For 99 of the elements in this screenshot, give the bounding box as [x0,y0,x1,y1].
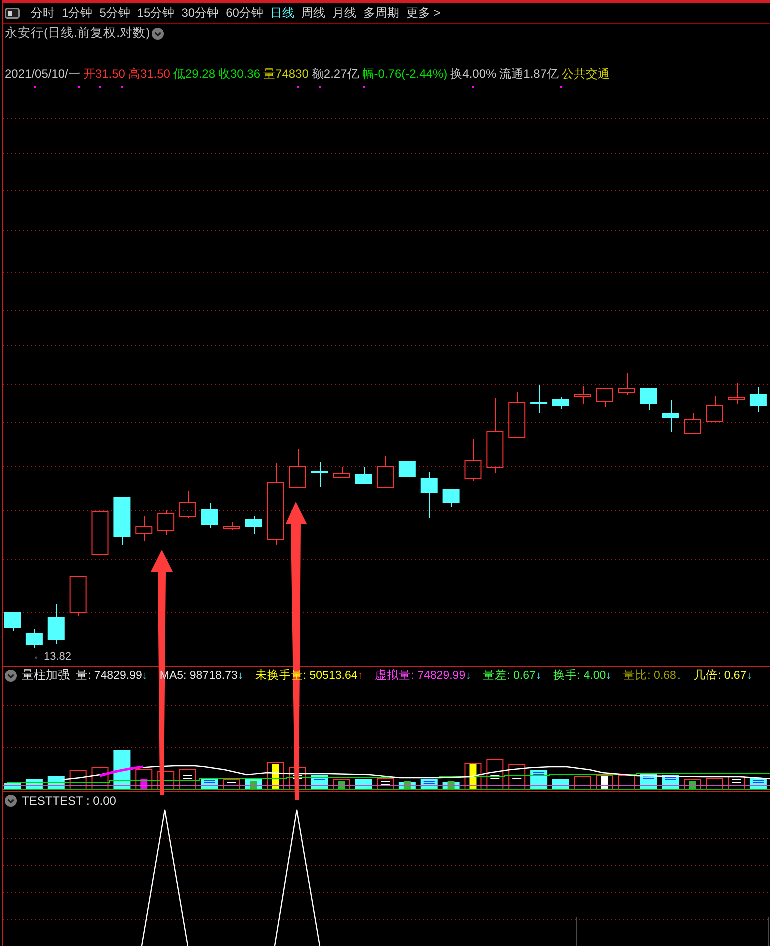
quote-field: 2021/05/10/一 [5,66,80,82]
trend-arrow: ↓ [466,670,472,682]
candlestick [4,612,21,632]
quote-field: 量74830 [264,66,309,82]
candlestick [376,456,394,488]
candlestick [552,396,570,410]
candlestick [114,496,131,546]
candlestick [728,382,746,404]
candlestick [201,502,218,528]
volume-bar [618,775,636,790]
candlestick [706,396,724,422]
price-label: ←13.82 [33,651,72,663]
volume-bar [92,767,109,790]
indicator-value: 量差: 0.67 [483,668,536,683]
volume-bar [70,770,87,790]
volume-bar [245,779,262,789]
candlestick [442,488,460,508]
trend-arrow: ↓ [142,670,148,682]
candlestick [70,576,87,616]
indicator-value: 量比: 0.68 [624,668,676,683]
volume-bar [180,769,197,790]
dropdown-icon[interactable] [5,794,17,806]
volume-bar [486,759,504,790]
indicator-value: 虚拟量: 74829.99 [375,668,466,683]
trend-arrow: ↑ [358,670,364,682]
candlestick [48,604,65,644]
volume-bar [223,779,240,790]
candlestick [398,460,416,478]
trend-arrow: ↓ [606,670,612,682]
period-tab[interactable]: 5分钟 [100,3,130,23]
candlestick [136,516,153,542]
period-tab[interactable]: 15分钟 [137,3,175,23]
candlestick [245,516,262,534]
chart-title: 永安行(日线.前复权.对数) [5,25,150,42]
volume-bar [136,769,153,790]
candlestick [596,388,614,408]
candlestick [223,522,240,530]
candlestick [684,412,702,434]
candlestick [640,388,658,410]
volume-bar [464,763,482,790]
indicator-value: 换手: 4.00 [553,668,606,683]
candlestick [289,448,306,488]
period-tab[interactable]: 月线 [332,3,356,23]
volume-bar [267,762,284,790]
volume-bar [376,778,394,790]
period-tab[interactable]: 日线 [270,3,294,23]
period-tab[interactable]: 30分钟 [182,3,220,23]
indicator-value: 几倍: 0.67 [694,668,747,683]
period-tab[interactable]: 周线 [301,3,326,23]
period-tab[interactable]: 60分钟 [226,3,264,23]
quote-field: 高31.50 [128,66,170,82]
candlestick [662,400,680,432]
volume-bar [684,779,702,790]
trend-arrow: ↓ [536,670,542,682]
period-tab[interactable]: 多周期 [363,3,400,23]
candlestick [618,372,636,396]
candlestick [92,511,109,555]
quote-field: 开31.50 [83,66,126,82]
period-tab[interactable]: 分时 [31,3,55,23]
trend-arrow: ↓ [746,670,752,682]
dropdown-icon[interactable] [5,670,17,682]
period-tab[interactable]: 1分钟 [62,3,93,23]
volume-bar [552,779,570,789]
candlestick [574,386,592,404]
candlestick [355,466,372,484]
trend-arrow: ↓ [238,670,244,682]
volume-bar [508,764,526,790]
volume-bar [420,779,438,789]
candlestick [420,472,438,518]
quote-field: 低29.28 [173,66,216,82]
candlestick [333,466,350,478]
candlestick [180,490,197,518]
candlestick [26,628,43,648]
volume-bar [706,778,724,790]
quote-field: 幅-0.76(-2.44%) [362,66,448,82]
quote-field: 公共交通 [562,66,610,82]
candlestick [750,386,767,412]
dropdown-icon[interactable] [152,28,164,40]
candlestick [311,462,328,488]
quote-field: 换4.00% [450,66,497,82]
volume-bar [333,779,350,790]
indicator-value: 量: 74829.99 [76,669,142,683]
quote-field: 收30.36 [218,66,261,82]
volume-bar [728,776,746,790]
candlestick [508,392,526,438]
highlight-line [100,766,144,778]
candlestick [158,510,175,536]
quote-field: 流通1.87亿 [500,66,560,82]
volume-bar [596,775,614,790]
candlestick [530,384,548,414]
quote-field: 额2.27亿 [312,66,360,82]
candlestick [464,438,482,482]
volume-bar [574,776,592,790]
panel-toggle-icon[interactable] [5,8,20,18]
period-tab[interactable]: 更多 > [406,3,441,23]
trend-arrow: ↓ [676,670,682,682]
indicator-name: 量柱加强 [22,667,70,684]
volume-bar [355,779,372,789]
indicator-value: TESTTEST : 0.00 [22,794,116,808]
